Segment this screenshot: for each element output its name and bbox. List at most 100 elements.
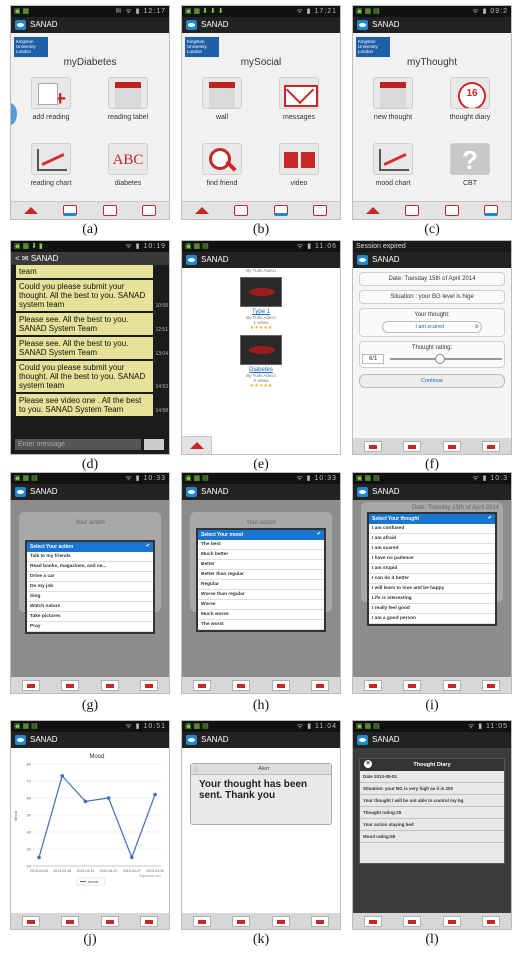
list-item[interactable]: I am afraid (369, 534, 495, 544)
list-item[interactable]: Drive a car (27, 572, 153, 582)
list-item[interactable]: I have no patience (369, 554, 495, 564)
person-tab-icon[interactable] (102, 205, 117, 216)
chart-tab-icon[interactable] (140, 679, 159, 691)
calendar-tab-icon[interactable] (100, 915, 119, 927)
list-item[interactable]: Much worse (198, 610, 324, 620)
calendar-tab-icon[interactable] (442, 679, 461, 691)
new-thought-tab-icon[interactable] (363, 915, 382, 927)
situation-field: Situation : your BG level is hige (359, 290, 505, 304)
new-thought-tab-icon[interactable] (192, 679, 211, 691)
new-thought-tab-icon[interactable] (363, 440, 382, 452)
chart-tab-icon[interactable] (482, 679, 501, 691)
people-tab-icon[interactable] (142, 205, 157, 216)
calendar-tab-icon[interactable] (442, 440, 461, 452)
attach-icon[interactable] (144, 439, 164, 450)
chart-tab-icon[interactable] (140, 915, 159, 927)
calendar-tab-icon[interactable] (271, 915, 290, 927)
message-bubble: Please see video one . All the best to y… (16, 394, 168, 416)
find-friend-tile[interactable]: find friend (187, 143, 257, 187)
diabetes-tile[interactable]: ABC diabetes (93, 143, 163, 187)
x-tick-label: 2013-04-08 (30, 869, 48, 873)
list-item[interactable]: Regular (198, 580, 324, 590)
new-thought-tab-icon[interactable] (21, 679, 40, 691)
list-item[interactable]: Take pictures (27, 612, 153, 622)
heart-tab-icon[interactable] (234, 205, 249, 216)
diary-tab-icon[interactable] (232, 679, 251, 691)
people-tab-icon[interactable] (313, 205, 328, 216)
home-icon[interactable] (189, 442, 204, 449)
person-tab-icon[interactable] (444, 205, 459, 216)
video-tile[interactable]: video (264, 143, 334, 187)
new-thought-tab-icon[interactable] (363, 679, 382, 691)
list-item[interactable]: I am confused (369, 524, 495, 534)
list-item[interactable]: I can do it better (369, 574, 495, 584)
diary-tab-icon[interactable] (61, 915, 80, 927)
calendar-tab-icon[interactable] (271, 679, 290, 691)
list-item[interactable]: Life is interesting (369, 594, 495, 604)
home-icon[interactable] (194, 207, 209, 214)
list-item[interactable]: Pray (27, 622, 153, 632)
app-bar: SANAD (353, 732, 511, 748)
y-tick-label: 30 (27, 847, 32, 852)
reading-table-tile[interactable]: reading tabel (93, 77, 163, 121)
list-item[interactable]: I am scared (369, 544, 495, 554)
list-item[interactable]: Much better (198, 550, 324, 560)
add-reading-tile[interactable]: add reading (16, 77, 86, 121)
list-item[interactable]: Do my job (27, 582, 153, 592)
list-item[interactable]: I will learn to love and be happy (369, 584, 495, 594)
chart-tab-icon[interactable] (311, 679, 330, 691)
new-thought-tab-icon[interactable] (192, 915, 211, 927)
new-thought-tile[interactable]: new thought (358, 77, 428, 121)
diary-tab-icon[interactable] (403, 440, 422, 452)
list-item[interactable]: Talk to my friends (27, 552, 153, 562)
list-item[interactable]: Worse (198, 600, 324, 610)
status-bar: ▣ ▦ ▤ ᯤ ▮ 09:2 (353, 6, 511, 17)
calendar-tab-icon[interactable] (442, 915, 461, 927)
heart-tab-icon[interactable] (405, 205, 420, 216)
diary-tab-icon[interactable] (232, 915, 251, 927)
list-item[interactable]: I am a good person (369, 614, 495, 624)
list-item[interactable]: The best (198, 540, 324, 550)
new-thought-tab-icon[interactable] (21, 915, 40, 927)
list-item[interactable]: I really feel good (369, 604, 495, 614)
calendar-tab-icon[interactable] (100, 679, 119, 691)
chart-tab-icon[interactable] (482, 440, 501, 452)
diary-tab-icon[interactable] (61, 679, 80, 691)
home-icon[interactable] (365, 207, 380, 214)
chart-tab-icon[interactable] (482, 915, 501, 927)
mood-chart-tile[interactable]: mood chart (358, 143, 428, 187)
list-item[interactable]: Worse than regular (198, 590, 324, 600)
messages-tile[interactable]: messages (264, 77, 334, 121)
sanad-logo-icon (186, 20, 197, 30)
diary-tab-icon[interactable] (403, 915, 422, 927)
caption-j: (j) (83, 932, 97, 947)
list-item[interactable]: Watch nature (27, 602, 153, 612)
list-item[interactable]: Sing (27, 592, 153, 602)
people-tab-icon[interactable] (484, 205, 499, 216)
wall-tile[interactable]: wall (187, 77, 257, 121)
list-item[interactable]: Better (198, 560, 324, 570)
screen-i-select-thought: ▣ ▦ ▤ ᯤ ▮ 10:3 SANAD Date: Tuesday 15th o… (352, 472, 512, 694)
list-item[interactable]: Read books, magazines, and ne... (27, 562, 153, 572)
list-item[interactable]: I am stupid (369, 564, 495, 574)
clear-icon[interactable]: ⊗ (474, 324, 479, 330)
continue-button[interactable]: Continue (359, 374, 505, 388)
person-tab-icon[interactable] (273, 205, 288, 216)
list-item[interactable]: Better than regular (198, 570, 324, 580)
video-thumbnail[interactable] (240, 335, 282, 365)
home-tab[interactable] (182, 436, 212, 454)
thought-diary-tile[interactable]: thought diary (435, 77, 505, 121)
video-thumbnail[interactable] (240, 277, 282, 307)
slider-thumb[interactable] (435, 354, 445, 364)
rating-slider[interactable] (390, 354, 502, 364)
dialog-header: Select Your action (27, 542, 153, 552)
cbt-tile[interactable]: CBT (435, 143, 505, 187)
chart-tab-icon[interactable] (311, 915, 330, 927)
thought-select[interactable]: I am scared ⊗ (382, 321, 482, 333)
reading-chart-tile[interactable]: reading chart (16, 143, 86, 187)
home-icon[interactable] (23, 207, 38, 214)
heart-tab-icon[interactable] (63, 205, 78, 216)
diary-tab-icon[interactable] (403, 679, 422, 691)
list-item[interactable]: The worst (198, 620, 324, 630)
message-input[interactable]: Enter message (15, 439, 141, 450)
